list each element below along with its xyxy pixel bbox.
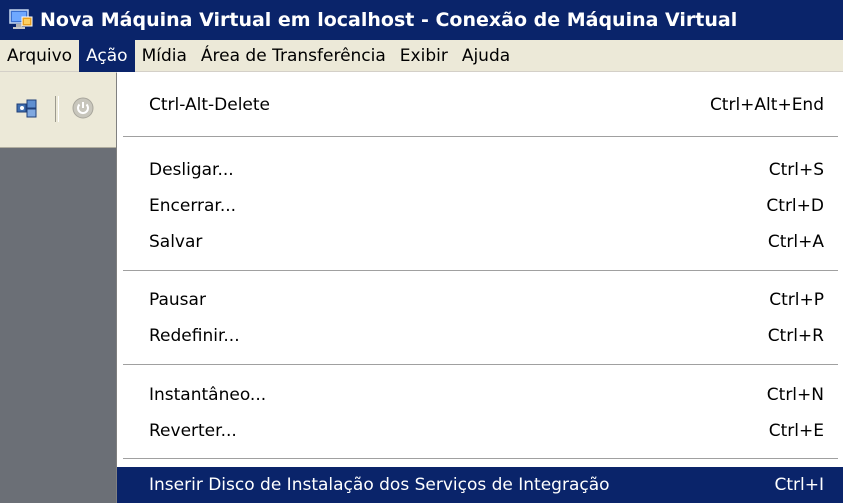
menu-separator: [123, 364, 838, 366]
menu-ajuda[interactable]: Ajuda: [455, 40, 517, 72]
menu-separator: [123, 270, 838, 272]
menu-exibir[interactable]: Exibir: [393, 40, 455, 72]
toolbar: [0, 72, 130, 148]
menu-option-shortcut: Ctrl+S: [768, 160, 824, 180]
menu-separator: [123, 136, 838, 138]
menu-option-shortcut: Ctrl+E: [768, 421, 824, 441]
action-dropdown-menu: Ctrl-Alt-Delete Ctrl+Alt+End Desligar...…: [116, 72, 843, 503]
vm-display-area[interactable]: [0, 148, 130, 503]
menu-acao[interactable]: Ação: [79, 39, 135, 72]
vm-connection-icon: [8, 8, 34, 32]
menu-option-shortcut: Ctrl+R: [767, 326, 824, 346]
menu-option-label: Instantâneo...: [149, 385, 267, 405]
menu-option-ctrl-alt-delete[interactable]: Ctrl-Alt-Delete Ctrl+Alt+End: [117, 87, 843, 123]
title-bar: Nova Máquina Virtual em localhost - Cone…: [0, 0, 843, 40]
toolbar-separator: [55, 96, 59, 122]
menu-option-shortcut: Ctrl+A: [767, 232, 824, 252]
menu-option-label: Salvar: [149, 232, 203, 252]
menu-option-shortcut: Ctrl+I: [774, 475, 824, 495]
menu-option-shortcut: Ctrl+N: [766, 385, 824, 405]
menu-option-shortcut: Ctrl+D: [766, 196, 824, 216]
menu-option-shortcut: Ctrl+Alt+End: [709, 95, 824, 115]
menu-option-label: Desligar...: [149, 160, 234, 180]
menu-option-label: Ctrl-Alt-Delete: [149, 95, 271, 115]
menu-option-reverter[interactable]: Reverter... Ctrl+E: [117, 413, 843, 449]
menu-option-shortcut: Ctrl+P: [769, 290, 824, 310]
menu-arquivo[interactable]: Arquivo: [0, 40, 79, 72]
menu-option-label: Reverter...: [149, 421, 237, 441]
menu-option-instantaneo[interactable]: Instantâneo... Ctrl+N: [117, 377, 843, 413]
menu-option-label: Pausar: [149, 290, 206, 310]
menu-option-label: Encerrar...: [149, 196, 237, 216]
menu-option-label: Redefinir...: [149, 326, 240, 346]
power-icon[interactable]: [70, 96, 96, 120]
window-title: Nova Máquina Virtual em localhost - Cone…: [40, 9, 738, 31]
menu-option-pausar[interactable]: Pausar Ctrl+P: [117, 282, 843, 318]
menu-option-redefinir[interactable]: Redefinir... Ctrl+R: [117, 318, 843, 354]
menu-separator: [123, 458, 838, 460]
menu-option-desligar[interactable]: Desligar... Ctrl+S: [117, 152, 843, 188]
menu-option-encerrar[interactable]: Encerrar... Ctrl+D: [117, 188, 843, 224]
vm-connection-window: Nova Máquina Virtual em localhost - Cone…: [0, 0, 843, 503]
ctrl-alt-del-icon[interactable]: [14, 96, 40, 120]
menu-midia[interactable]: Mídia: [135, 40, 194, 72]
menu-area-de-transferencia[interactable]: Área de Transferência: [194, 40, 393, 72]
menu-bar: Arquivo Ação Mídia Área de Transferência…: [0, 39, 843, 72]
menu-option-inserir-disco-integracao[interactable]: Inserir Disco de Instalação dos Serviços…: [117, 467, 843, 503]
menu-option-salvar[interactable]: Salvar Ctrl+A: [117, 224, 843, 260]
menu-option-label: Inserir Disco de Instalação dos Serviços…: [149, 475, 610, 495]
